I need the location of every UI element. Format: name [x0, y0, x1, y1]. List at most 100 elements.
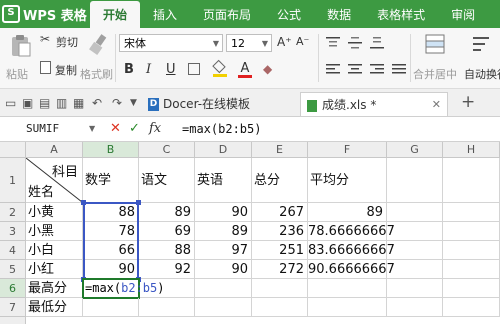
insert-function-button[interactable]: fx: [149, 120, 161, 138]
cell-c5[interactable]: 92: [139, 260, 195, 279]
cell-d3[interactable]: 89: [195, 222, 252, 241]
redo-icon[interactable]: ↷: [112, 96, 122, 110]
column-header-g[interactable]: G: [387, 142, 443, 158]
cell-f4[interactable]: 83.66666667: [308, 241, 395, 260]
underline-button[interactable]: U: [166, 62, 176, 77]
cell-h2[interactable]: [443, 203, 500, 222]
cell-a2[interactable]: 小黄: [26, 203, 83, 222]
name-box[interactable]: SUMIF: [0, 120, 100, 138]
cell-a6[interactable]: 最高分: [26, 279, 83, 298]
cell-c2[interactable]: 89: [139, 203, 195, 222]
cell-h5[interactable]: [443, 260, 500, 279]
cell-g2[interactable]: [387, 203, 443, 222]
cell-d1[interactable]: 英语: [195, 158, 252, 203]
cell-e3[interactable]: 236: [252, 222, 308, 241]
tab-review[interactable]: 审阅: [438, 0, 488, 28]
tab-formulas[interactable]: 公式: [264, 0, 314, 28]
cell-g4[interactable]: [387, 241, 443, 260]
cancel-formula-button[interactable]: ✕: [110, 120, 121, 138]
font-name-select[interactable]: 宋体 ▼: [119, 34, 223, 52]
tab-data[interactable]: 数据: [314, 0, 364, 28]
column-header-b[interactable]: B: [83, 142, 139, 158]
cell-d4[interactable]: 97: [195, 241, 252, 260]
customize-quick-access-icon[interactable]: ▼: [130, 98, 137, 108]
cell-a4[interactable]: 小白: [26, 241, 83, 260]
column-header-h[interactable]: H: [443, 142, 500, 158]
cell-a3[interactable]: 小黑: [26, 222, 83, 241]
cell-h6[interactable]: [443, 279, 500, 298]
distributed-align-icon[interactable]: [392, 64, 406, 76]
paste-button[interactable]: 粘贴: [6, 32, 36, 84]
cell-h4[interactable]: [443, 241, 500, 260]
cell-g1[interactable]: [387, 158, 443, 203]
grow-font-button[interactable]: A⁺: [277, 35, 292, 49]
cell-f6[interactable]: [308, 279, 387, 298]
select-all-corner[interactable]: [0, 142, 26, 158]
cell-e7[interactable]: [252, 298, 308, 317]
worksheet-grid[interactable]: A B C D E F G H 1 2 3 4 5 6 7 科目 姓名 数学 语…: [0, 142, 500, 324]
print-icon[interactable]: ▤: [39, 96, 50, 110]
align-center-icon[interactable]: [348, 64, 362, 76]
cell-a1[interactable]: 科目 姓名: [26, 158, 83, 203]
chevron-down-icon[interactable]: ▼: [89, 124, 95, 133]
cell-c4[interactable]: 88: [139, 241, 195, 260]
active-cell-editor[interactable]: =max(b2:b5): [82, 278, 164, 299]
clear-format-icon[interactable]: ◆: [263, 62, 272, 76]
cell-e4[interactable]: 251: [252, 241, 308, 260]
row-header-3[interactable]: 3: [0, 222, 26, 241]
cell-f2[interactable]: 89: [308, 203, 387, 222]
cell-d2[interactable]: 90: [195, 203, 252, 222]
cell-b5[interactable]: 90: [83, 260, 139, 279]
font-color-icon[interactable]: A: [238, 61, 252, 78]
tab-table-style[interactable]: 表格样式: [364, 0, 438, 28]
column-header-d[interactable]: D: [195, 142, 252, 158]
doc-tab-docer[interactable]: D Docer-在线模板: [146, 92, 296, 116]
cell-g5[interactable]: [387, 260, 443, 279]
cell-f1[interactable]: 平均分: [308, 158, 387, 203]
column-header-c[interactable]: C: [139, 142, 195, 158]
tab-insert[interactable]: 插入: [140, 0, 190, 28]
cell-g7[interactable]: [387, 298, 443, 317]
font-size-select[interactable]: 12 ▼: [226, 34, 272, 52]
copy-button[interactable]: 复制: [40, 61, 78, 77]
cell-b4[interactable]: 66: [83, 241, 139, 260]
row-header-4[interactable]: 4: [0, 241, 26, 260]
row-header-7[interactable]: 7: [0, 298, 26, 317]
row-header-2[interactable]: 2: [0, 203, 26, 222]
cell-e1[interactable]: 总分: [252, 158, 308, 203]
save-icon[interactable]: ▣: [22, 96, 33, 110]
cell-c1[interactable]: 语文: [139, 158, 195, 203]
italic-button[interactable]: I: [146, 62, 151, 77]
borders-icon[interactable]: [188, 63, 200, 75]
cell-c7[interactable]: [139, 298, 195, 317]
cell-b2[interactable]: 88: [83, 203, 139, 222]
confirm-formula-button[interactable]: ✓: [129, 120, 140, 138]
row-header-8[interactable]: [0, 317, 26, 324]
tab-page-layout[interactable]: 页面布局: [190, 0, 264, 28]
cell-h1[interactable]: [443, 158, 500, 203]
column-header-f[interactable]: F: [308, 142, 387, 158]
align-top-icon[interactable]: [326, 37, 340, 49]
cell-e6[interactable]: [252, 279, 308, 298]
cell-e5[interactable]: 272: [252, 260, 308, 279]
align-middle-icon[interactable]: [348, 37, 362, 49]
cell-b3[interactable]: 78: [83, 222, 139, 241]
wrap-text-button[interactable]: 自动换行: [460, 32, 500, 84]
new-tab-icon[interactable]: +: [461, 92, 475, 112]
cell-f3[interactable]: 78.66666667: [308, 222, 395, 241]
column-header-e[interactable]: E: [252, 142, 308, 158]
formula-input[interactable]: =max(b2:b5): [182, 120, 261, 138]
close-icon[interactable]: ✕: [432, 93, 441, 117]
cell-f5[interactable]: 90.66666667: [308, 260, 395, 279]
tab-view[interactable]: 视图: [488, 0, 500, 28]
bold-button[interactable]: B: [124, 62, 134, 77]
row-header-1[interactable]: 1: [0, 158, 26, 203]
app-menu-button[interactable]: S WPS 表格 ▾: [2, 2, 95, 26]
doc-tab-grades[interactable]: 成绩.xls * ✕: [300, 92, 448, 116]
cell-d5[interactable]: 90: [195, 260, 252, 279]
cell-h3[interactable]: [443, 222, 500, 241]
cell-g3[interactable]: [387, 222, 443, 241]
open-folder-icon[interactable]: ▭: [5, 96, 16, 110]
export-pdf-icon[interactable]: ▦: [73, 96, 84, 110]
cell-d6[interactable]: [195, 279, 252, 298]
